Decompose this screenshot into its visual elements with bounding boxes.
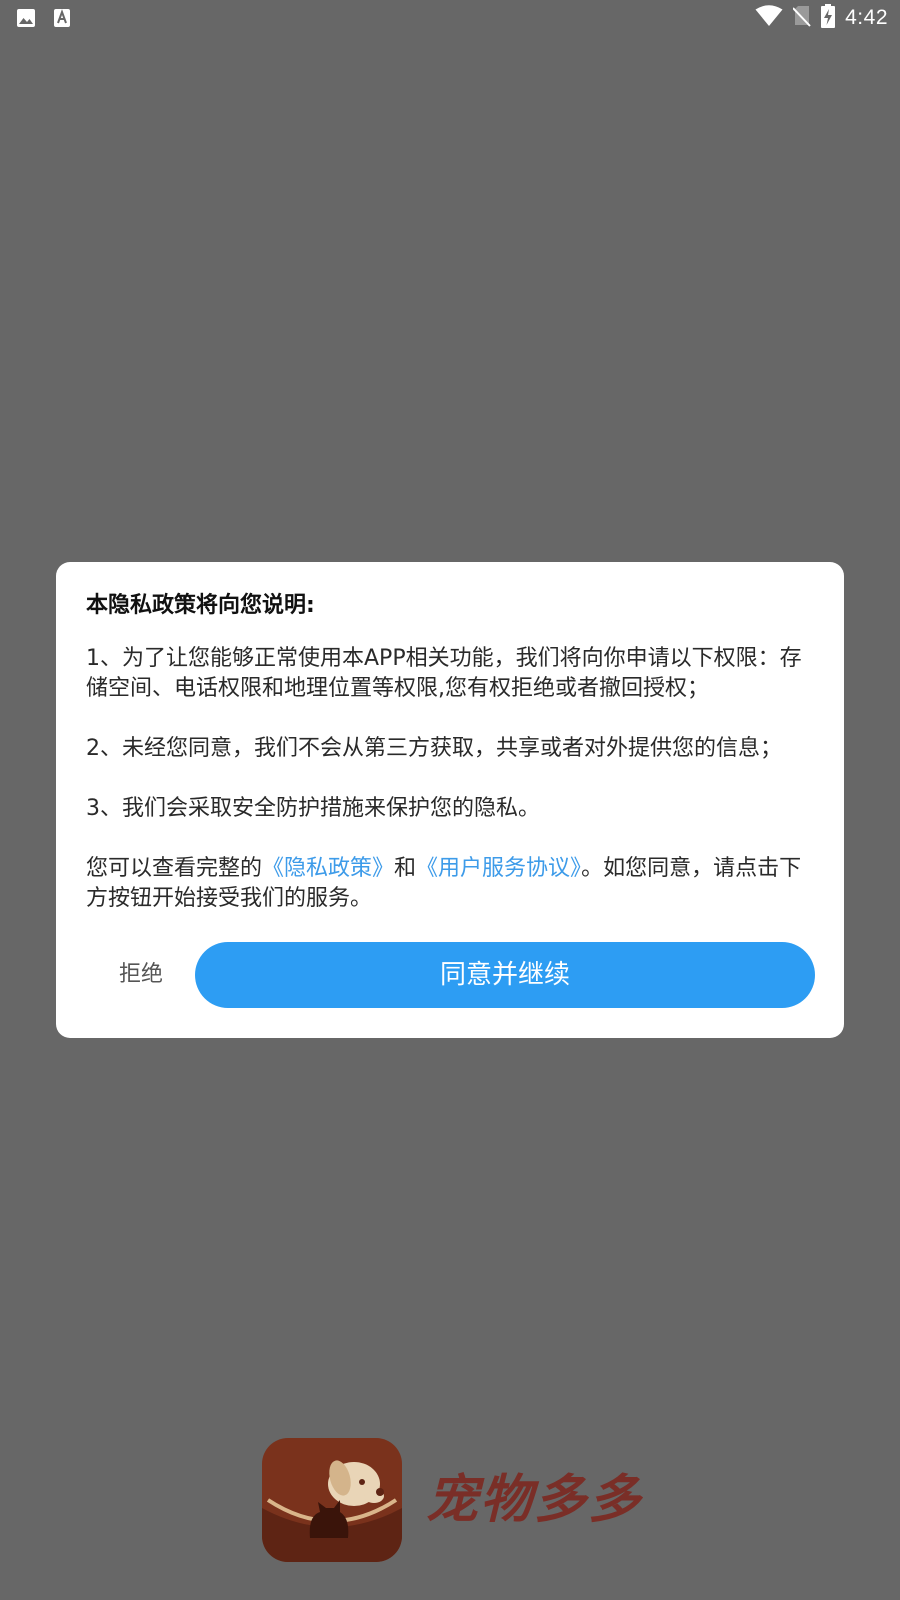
reject-button[interactable]: 拒绝: [86, 942, 196, 1008]
dialog-paragraph-4: 您可以查看完整的《隐私政策》和《用户服务协议》。如您同意，请点击下方按钮开始接受…: [86, 854, 814, 914]
dialog-title: 本隐私政策将向您说明:: [86, 593, 315, 618]
battery-charging-icon: [821, 4, 836, 32]
screen: 4:42 本隐私政策将向您说明: 1、为了让您能够正常使用本APP相关功能，我们…: [0, 0, 900, 1600]
agree-continue-button[interactable]: 同意并继续: [195, 942, 815, 1008]
user-agreement-link[interactable]: 《用户服务协议》: [416, 856, 581, 881]
dialog-paragraph-3: 3、我们会采取安全防护措施来保护您的隐私。: [86, 796, 540, 821]
font-icon: [53, 9, 71, 27]
splash-branding: 宠物多多: [262, 1438, 662, 1562]
dialog-paragraph-2: 2、未经您同意，我们不会从第三方获取，共享或者对外提供您的信息；: [86, 736, 782, 761]
wifi-icon: [755, 5, 783, 31]
dialog-actions: 拒绝 同意并继续: [56, 942, 844, 1008]
status-bar: 4:42: [0, 0, 900, 36]
no-sim-icon: [792, 5, 811, 31]
image-icon: [17, 9, 35, 27]
dialog-paragraph-1: 1、为了让您能够正常使用本APP相关功能，我们将向你申请以下权限：存储空间、电话…: [86, 646, 802, 701]
pet-dog-cat-logo-icon: [262, 1438, 402, 1562]
status-time: 4:42: [845, 6, 888, 29]
privacy-policy-link[interactable]: 《隐私政策》: [262, 856, 394, 881]
paragraph-4-prefix: 您可以查看完整的: [86, 856, 263, 881]
app-name: 宠物多多: [426, 1470, 643, 1530]
status-icons: 4:42: [755, 4, 888, 32]
privacy-dialog: 本隐私政策将向您说明: 1、为了让您能够正常使用本APP相关功能，我们将向你申请…: [56, 562, 844, 1038]
paragraph-4-conjunction: 和: [394, 856, 417, 881]
